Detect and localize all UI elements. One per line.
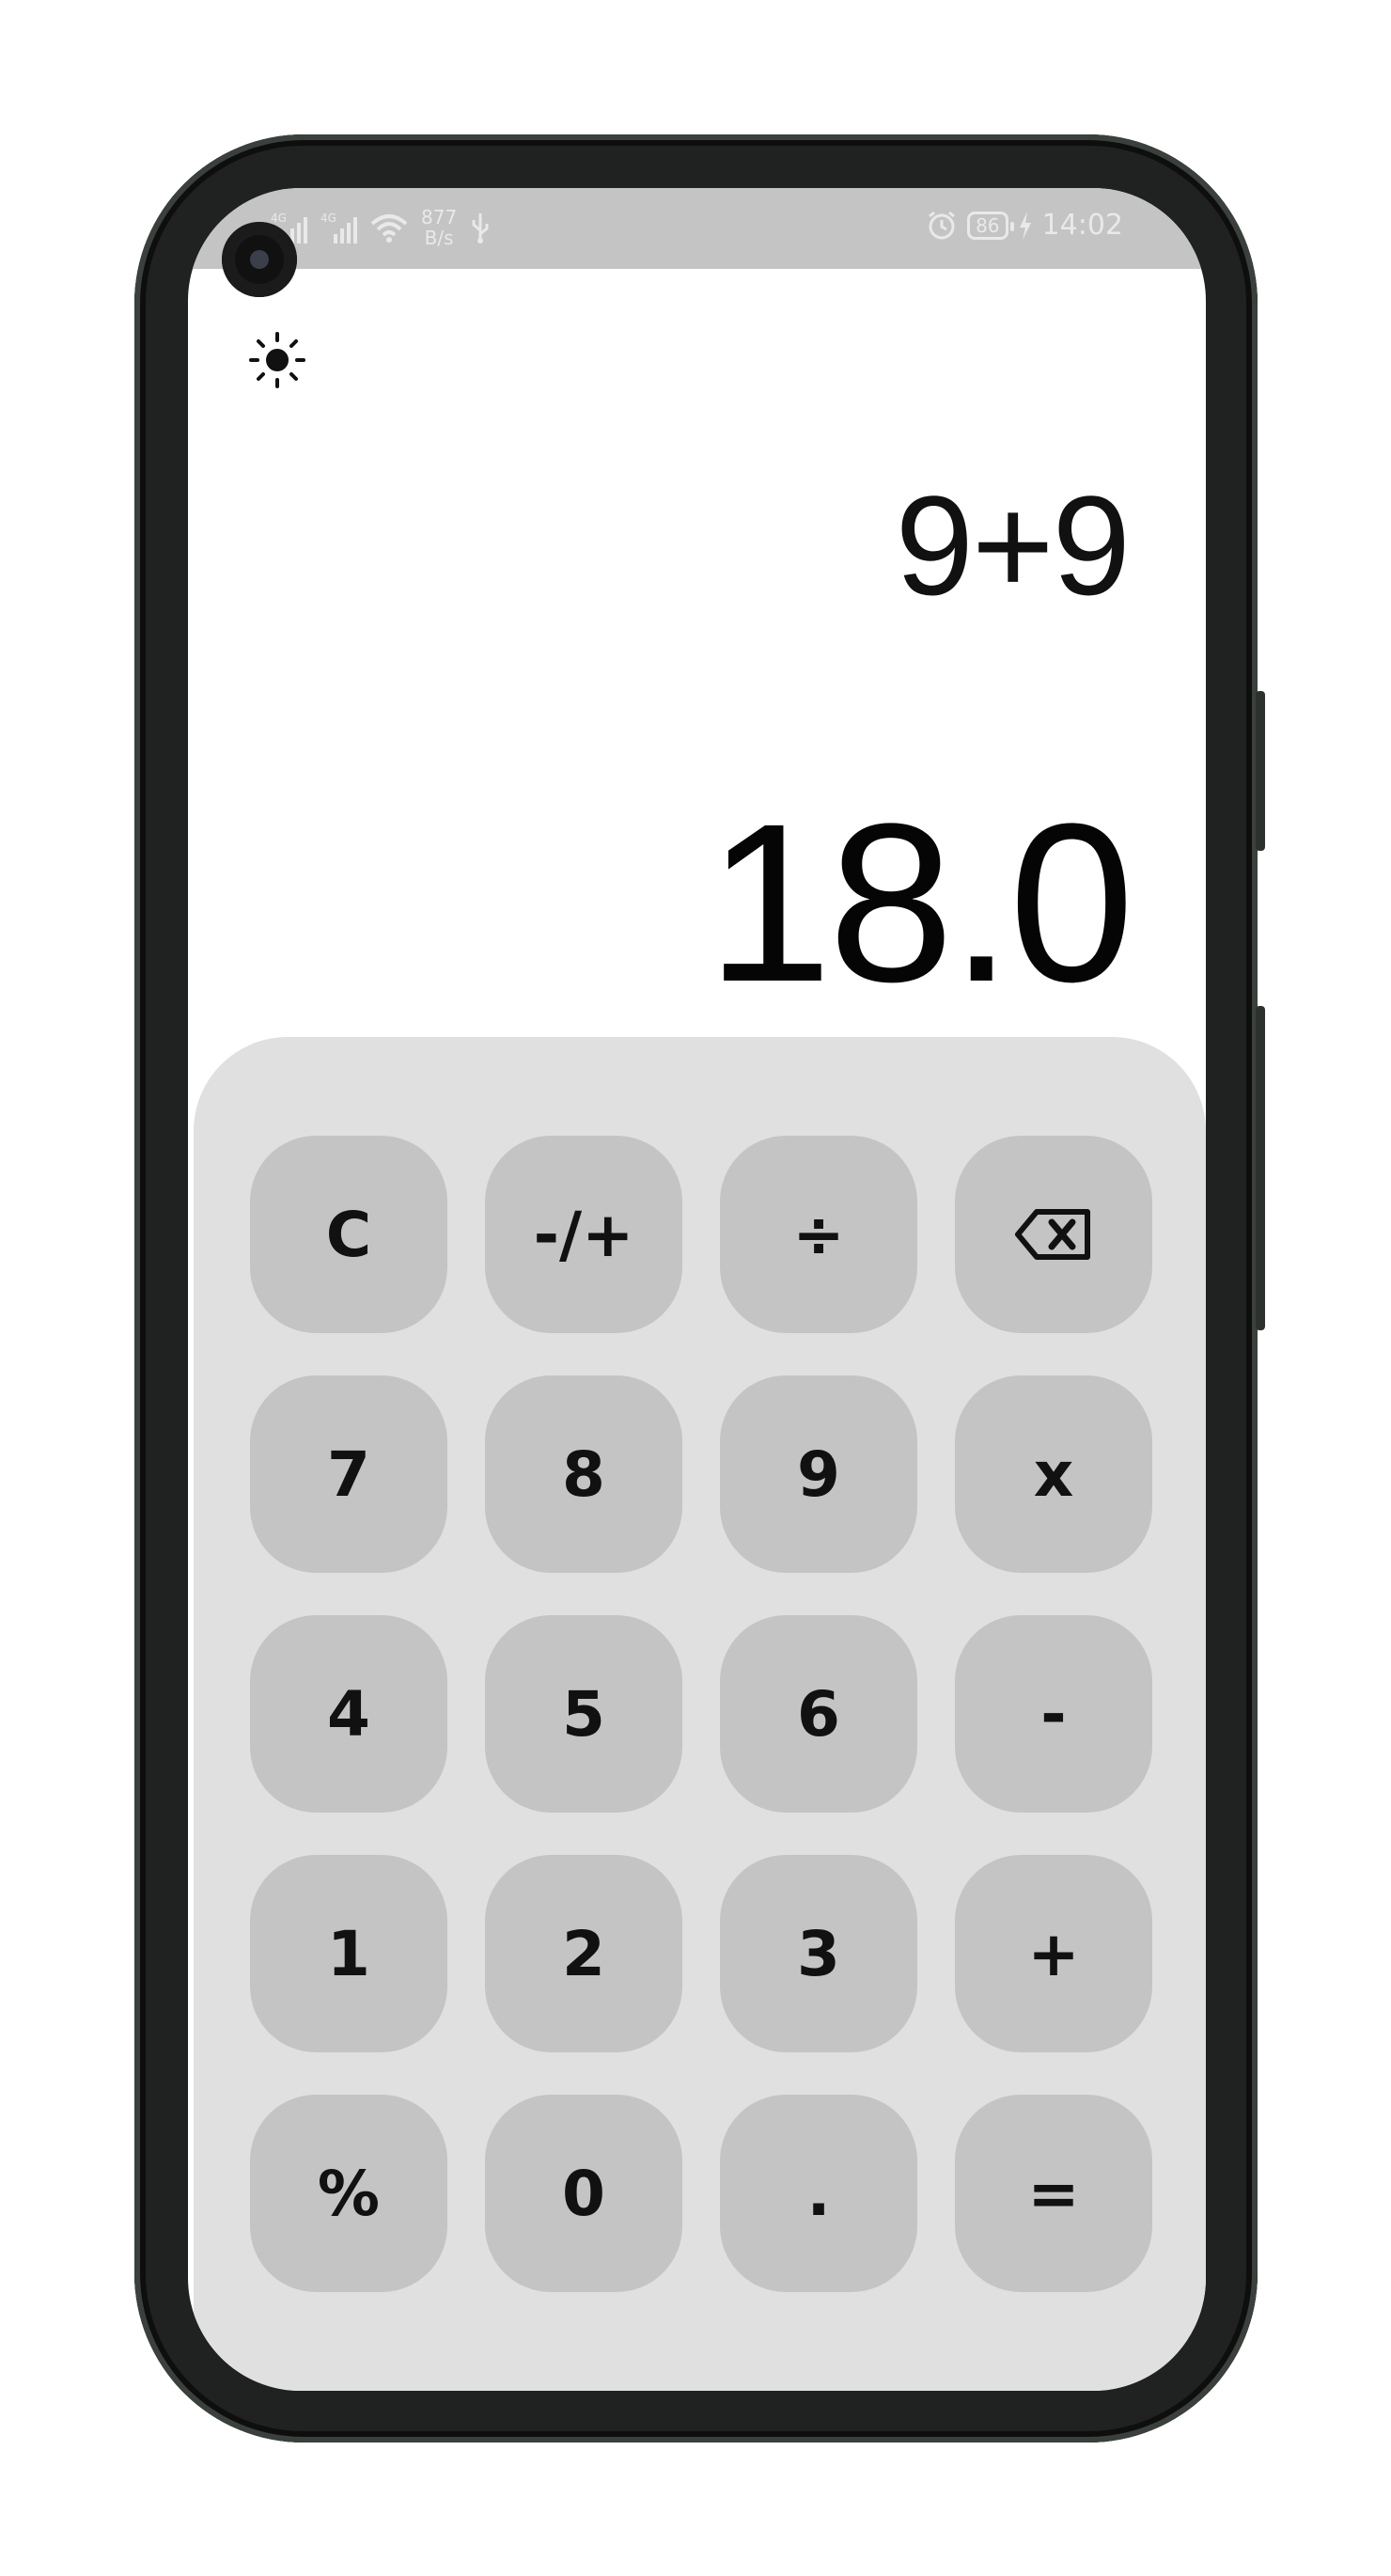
battery-level: 86 [967, 211, 1015, 240]
key-label: = [1027, 2157, 1080, 2230]
clear-button[interactable]: C [250, 1136, 447, 1333]
decimal-button[interactable]: . [720, 2095, 917, 2292]
key-label: 1 [327, 1917, 370, 1990]
key-label: 4 [327, 1677, 370, 1751]
alarm-icon [929, 211, 956, 239]
digit-1-button[interactable]: 1 [250, 1855, 447, 2052]
key-label: . [806, 2157, 831, 2230]
digit-3-button[interactable]: 3 [720, 1855, 917, 2052]
speed-value: 877 [421, 206, 458, 228]
speed-unit: B/s [424, 227, 454, 249]
backspace-button[interactable] [955, 1136, 1152, 1333]
usb-icon [472, 213, 489, 243]
charging-icon [1019, 211, 1031, 240]
front-camera [222, 222, 297, 297]
sun-icon[interactable] [246, 329, 308, 391]
digit-4-button[interactable]: 4 [250, 1615, 447, 1813]
digit-9-button[interactable]: 9 [720, 1375, 917, 1573]
network-speed: 877 B/s [421, 207, 457, 248]
key-label: 9 [797, 1437, 840, 1511]
digit-2-button[interactable]: 2 [485, 1855, 682, 2052]
status-bar: 4G 4G 877 B/s 86 14:02 [188, 188, 1206, 269]
key-grid: C -/+ ÷ 7 8 9 x 4 5 6 - 1 2 3 +% 0. = [250, 1136, 1152, 2292]
digit-8-button[interactable]: 8 [485, 1375, 682, 1573]
network-type-2: 4G [320, 212, 336, 225]
key-label: 8 [562, 1437, 605, 1511]
key-label: - [1040, 1677, 1067, 1751]
key-label: 2 [562, 1917, 605, 1990]
digit-0-button[interactable]: 0 [485, 2095, 682, 2292]
result-display: 18.0 [706, 777, 1134, 1029]
key-label: + [1027, 1917, 1080, 1990]
equals-button[interactable]: = [955, 2095, 1152, 2292]
network-type-1: 4G [271, 212, 287, 225]
status-left: 4G 4G 877 B/s [271, 207, 491, 248]
add-button[interactable]: + [955, 1855, 1152, 2052]
digit-7-button[interactable]: 7 [250, 1375, 447, 1573]
key-label: 5 [562, 1677, 605, 1751]
multiply-button[interactable]: x [955, 1375, 1152, 1573]
status-right: 86 14:02 [926, 209, 1123, 242]
key-label: % [317, 2157, 381, 2230]
wifi-icon [370, 214, 408, 243]
digit-6-button[interactable]: 6 [720, 1615, 917, 1813]
sign-toggle-button[interactable]: -/+ [485, 1136, 682, 1333]
key-label: 0 [562, 2157, 605, 2230]
digit-5-button[interactable]: 5 [485, 1615, 682, 1813]
percent-button[interactable]: % [250, 2095, 447, 2292]
clock: 14:02 [1041, 209, 1123, 242]
power-button [1256, 1006, 1265, 1330]
divide-button[interactable]: ÷ [720, 1136, 917, 1333]
expression-display: 9+9 [895, 466, 1131, 624]
calculator-screen: 4G 4G 877 B/s 86 14:02 9+9 18.0 C -/+ ÷ … [188, 188, 1206, 2391]
key-label: C [325, 1198, 372, 1271]
backspace-icon [1015, 1209, 1090, 1260]
keypad: C -/+ ÷ 7 8 9 x 4 5 6 - 1 2 3 +% 0. = [194, 1037, 1206, 2391]
key-label: x [1033, 1437, 1074, 1511]
key-label: 3 [797, 1917, 840, 1990]
signal-icon-2: 4G [320, 212, 357, 243]
key-label: ÷ [792, 1198, 845, 1271]
volume-button [1256, 691, 1265, 851]
key-label: -/+ [533, 1198, 634, 1271]
key-label: 7 [327, 1437, 370, 1511]
subtract-button[interactable]: - [955, 1615, 1152, 1813]
key-label: 6 [797, 1677, 840, 1751]
